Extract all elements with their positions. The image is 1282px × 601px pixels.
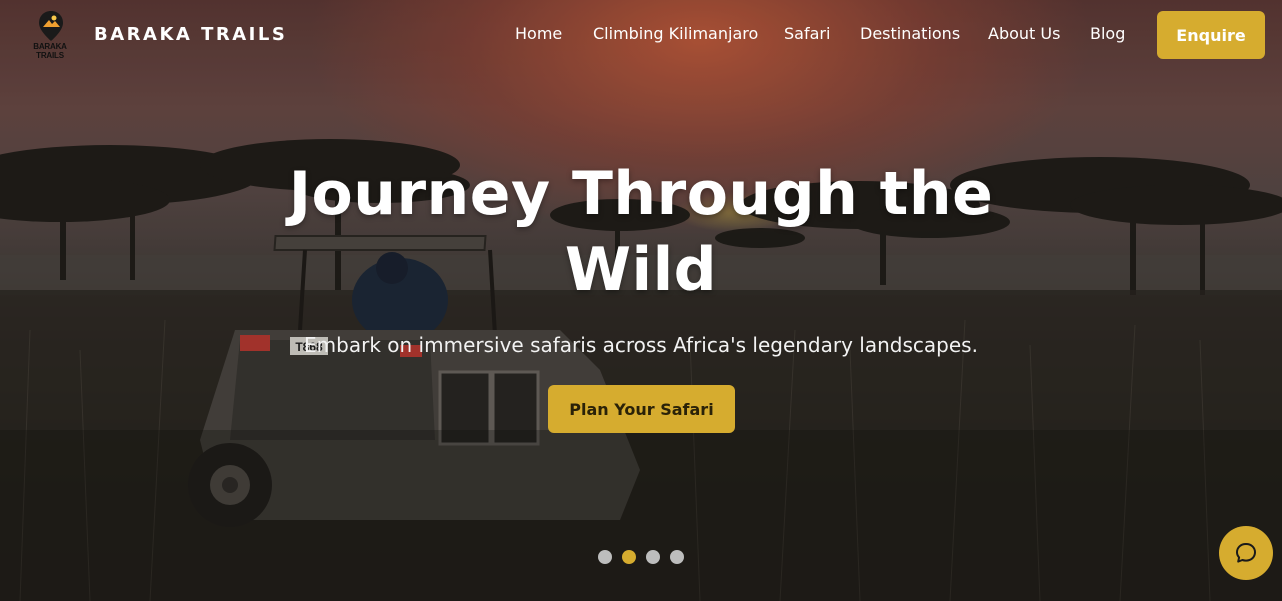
plan-your-safari-button[interactable]: Plan Your Safari	[548, 385, 735, 433]
carousel-indicators	[598, 550, 684, 564]
hero-headline: Journey Through the Wild	[288, 159, 994, 305]
enquire-button[interactable]: Enquire	[1157, 11, 1265, 59]
carousel-dot-4[interactable]	[670, 550, 684, 564]
chat-bubble-icon	[1236, 543, 1256, 563]
nav-item-about-us[interactable]: About Us	[988, 24, 1060, 46]
logo-text: BARAKA TRAILS	[33, 42, 67, 60]
site-logo[interactable]: BARAKA TRAILS	[20, 10, 80, 60]
nav-item-safari[interactable]: Safari	[784, 24, 830, 46]
carousel-dot-1[interactable]	[598, 550, 612, 564]
hero-section: T868 BARAKA TRAILS BARAKA TRAILS Home Cl…	[0, 0, 1282, 601]
nav-item-destinations[interactable]: Destinations	[860, 24, 960, 46]
carousel-dot-3[interactable]	[646, 550, 660, 564]
map-pin-logo-icon	[39, 11, 63, 41]
brand-name[interactable]: BARAKA TRAILS	[94, 24, 287, 45]
chat-button[interactable]	[1219, 526, 1273, 580]
nav-item-climbing-kilimanjaro[interactable]: Climbing Kilimanjaro	[593, 24, 758, 46]
nav-item-home[interactable]: Home	[515, 24, 562, 46]
nav-item-blog[interactable]: Blog	[1090, 24, 1125, 46]
hero-subheadline: Embark on immersive safaris across Afric…	[304, 333, 978, 357]
carousel-dot-2[interactable]	[622, 550, 636, 564]
